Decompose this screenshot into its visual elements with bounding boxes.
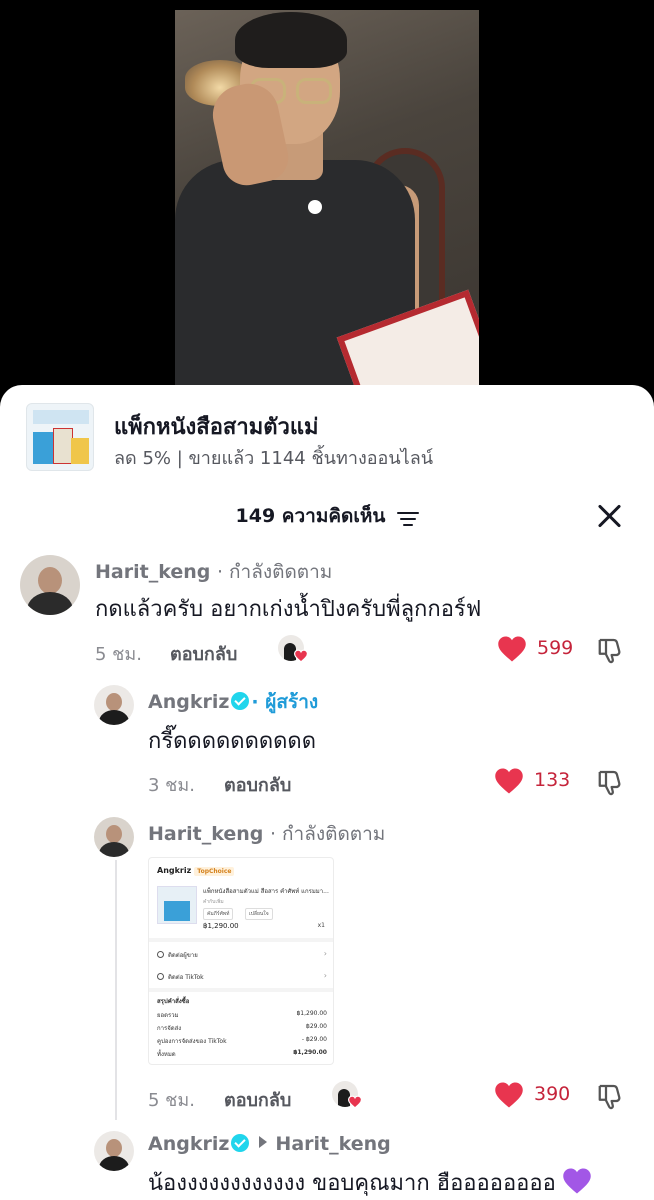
receipt-row-value: ฿1,290.00 (293, 1049, 327, 1056)
dislike-button[interactable] (596, 1081, 626, 1111)
receipt-row: การจัดส่ง ฿29.00 (157, 1023, 327, 1033)
receipt-row: คูปองการจัดส่งของ TikTok - ฿29.00 (157, 1036, 327, 1046)
reply-to-username[interactable]: Harit_keng (275, 1133, 390, 1155)
receipt-divider (149, 938, 333, 942)
video-player[interactable] (0, 0, 654, 400)
comments-header: 149 ความคิดเห็น (0, 497, 654, 537)
receipt-row-value: ฿1,290.00 (296, 1010, 327, 1017)
comment-text: น้องงงงงงงงงงงง ขอบคุณมาก ฮืออออออออ (148, 1165, 592, 1200)
verified-icon (231, 692, 250, 710)
comment-author[interactable]: Angkriz Harit_keng (148, 1133, 391, 1155)
like-button[interactable]: 133 (494, 765, 604, 797)
reply-button[interactable]: ตอบกลับ (224, 1085, 291, 1114)
comment-text: กดแล้วครับ อยากเก่งน้ำปิงครับพี่ลูกกอร์ฟ (95, 597, 482, 622)
avatar[interactable] (94, 685, 134, 725)
like-button[interactable]: 390 (494, 1079, 604, 1111)
product-card[interactable]: แพ็กหนังสือสามตัวแม่ ลด 5% | ขายแล้ว 114… (26, 403, 636, 475)
receipt-option: คัมภีร์ศัพท์ (203, 908, 234, 920)
product-thumbnail (26, 403, 94, 471)
video-frame (175, 10, 479, 390)
comment-time: 5 ชม. (95, 644, 142, 665)
sort-filter-icon[interactable] (396, 510, 419, 526)
receipt-shop-name: Angkriz (157, 866, 192, 875)
order-screenshot-image[interactable]: Angkriz TopChoice แพ็กหนังสือสามตัวแม่ สื… (148, 857, 334, 1065)
avatar[interactable] (94, 817, 134, 857)
like-count: 390 (534, 1083, 571, 1105)
reply-button[interactable]: ตอบกลับ (224, 770, 291, 799)
creator-liked-heart-icon (348, 1095, 362, 1109)
heart-icon (495, 768, 523, 794)
chat-icon (157, 951, 164, 958)
receipt-divider (149, 988, 333, 992)
comment-text-content: น้องงงงงงงงงงงง ขอบคุณมาก ฮืออออออออ (148, 1171, 556, 1196)
comment-author[interactable]: Angkriz · ผู้สร้าง (148, 687, 318, 717)
receipt-summary-title: สรุปคำสั่งซื้อ (157, 998, 190, 1005)
lapel-mic-image (308, 200, 322, 214)
comment-time: 3 ชม. (148, 775, 195, 796)
creator-liked-heart-icon (294, 649, 308, 663)
comment-text: กรี๊ดดดดดดดดดด (148, 729, 317, 754)
username[interactable]: Angkriz (148, 691, 229, 713)
receipt-row-label: การจัดส่ง (157, 1025, 182, 1032)
comments-sheet: แพ็กหนังสือสามตัวแม่ ลด 5% | ขายแล้ว 114… (0, 385, 654, 1200)
receipt-product-image (157, 886, 197, 924)
receipt-row-label: ยอดรวม (157, 1012, 179, 1019)
comment-time: 5 ชม. (148, 1090, 195, 1111)
receipt-price: ฿1,290.00 (203, 922, 239, 930)
dislike-button[interactable] (596, 635, 626, 665)
receipt-shop: Angkriz TopChoice (157, 866, 235, 876)
product-title: แพ็กหนังสือสามตัวแม่ (114, 415, 319, 440)
chevron-right-icon: › (323, 949, 327, 958)
receipt-row: ยอดรวม ฿1,290.00 (157, 1010, 327, 1020)
thread-line (115, 860, 117, 1120)
heart-icon (498, 636, 526, 662)
chevron-right-icon: › (323, 971, 327, 980)
receipt-row-value: - ฿29.00 (301, 1036, 327, 1043)
receipt-item-sub: คำกับเพิ่ม (203, 899, 224, 905)
receipt-item-title: แพ็กหนังสือสามตัวแม่ สือสาร คำศัพท์ แกรม… (203, 888, 329, 895)
purple-heart-icon (562, 1167, 592, 1195)
receipt-row-label: ติดต่อผู้ขาย (168, 952, 198, 959)
reply-arrow-icon (259, 1136, 268, 1148)
receipt-contact-seller: ติดต่อผู้ขาย › (157, 949, 327, 960)
receipt-row-label: ติดต่อ TikTok (168, 974, 204, 981)
reply-button[interactable]: ตอบกลับ (170, 639, 237, 668)
verified-icon (231, 1134, 250, 1152)
person-hair (235, 12, 347, 68)
receipt-qty: x1 (317, 922, 325, 929)
username[interactable]: Harit_keng (148, 823, 263, 845)
comment-author[interactable]: Harit_keng · กำลังติดตาม (148, 819, 385, 849)
following-tag: · กำลังติดตาม (269, 823, 386, 845)
avatar[interactable] (20, 555, 80, 615)
receipt-contact-tiktok: ติดต่อ TikTok › (157, 971, 327, 982)
receipt-row-label: คูปองการจัดส่งของ TikTok (157, 1038, 227, 1045)
following-tag: · กำลังติดตาม (216, 561, 333, 583)
comment-author[interactable]: Harit_keng · กำลังติดตาม (95, 557, 332, 587)
username[interactable]: Angkriz (148, 1133, 229, 1155)
like-button[interactable]: 599 (497, 633, 607, 665)
avatar[interactable] (94, 1131, 134, 1171)
receipt-option: เปลี่ยนใจ (245, 908, 273, 920)
username[interactable]: Harit_keng (95, 561, 210, 583)
thumbs-down-icon (598, 1084, 621, 1110)
receipt-row-label: ทั้งหมด (157, 1051, 176, 1058)
like-count: 133 (534, 769, 571, 791)
receipt-row-value: ฿29.00 (306, 1023, 327, 1030)
receipt-badge: TopChoice (194, 867, 235, 876)
product-subtitle: ลด 5% | ขายแล้ว 1144 ชิ้นทางออนไลน์ (114, 448, 434, 469)
like-count: 599 (537, 637, 574, 659)
creator-tag: · ผู้สร้าง (251, 691, 319, 713)
heart-icon (495, 1082, 523, 1108)
receipt-row: ทั้งหมด ฿1,290.00 (157, 1049, 327, 1059)
thumbs-down-icon (598, 770, 621, 796)
thumbs-down-icon (598, 638, 621, 664)
dislike-button[interactable] (596, 767, 626, 797)
close-icon[interactable] (596, 503, 622, 529)
help-icon (157, 973, 164, 980)
comments-count: 149 ความคิดเห็น (235, 505, 386, 527)
